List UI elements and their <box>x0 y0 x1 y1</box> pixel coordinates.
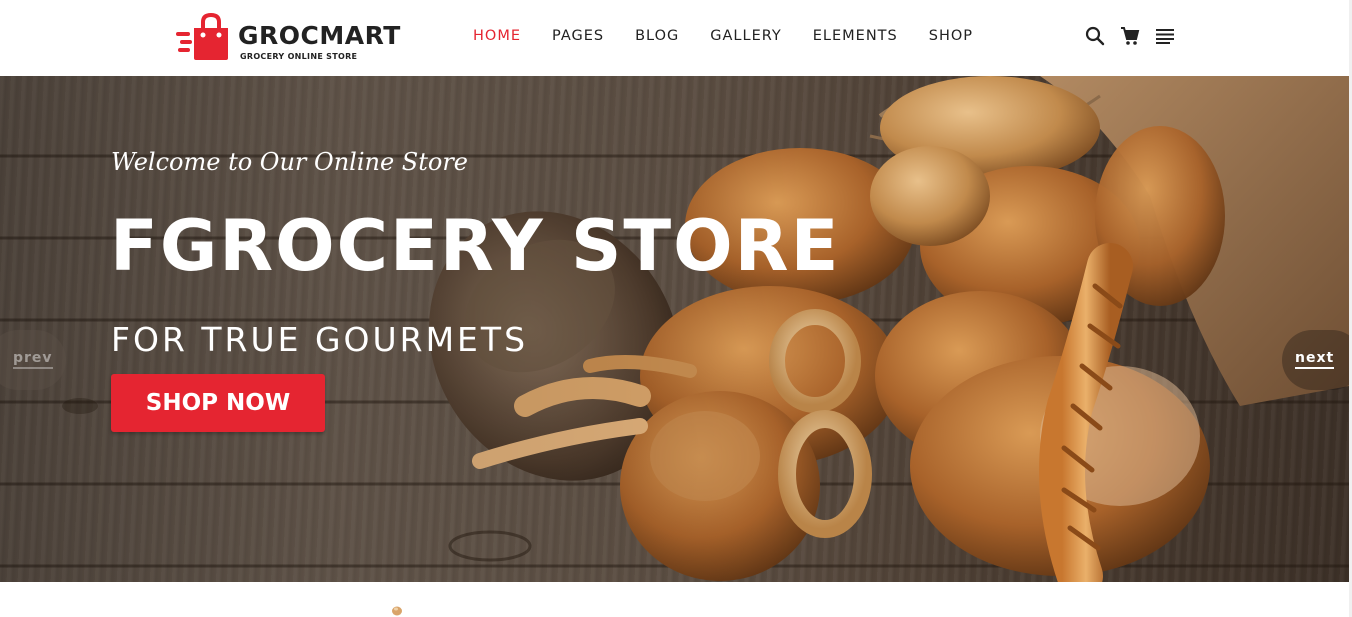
next-section <box>0 582 1349 617</box>
nav-item-pages[interactable]: PAGES <box>552 27 604 47</box>
slider-next-label: next <box>1295 350 1335 369</box>
brand-logo[interactable]: GROCMART GROCERY ONLINE STORE <box>176 12 406 64</box>
site-header: GROCMART GROCERY ONLINE STORE HOME PAGES… <box>0 0 1352 76</box>
nav-item-gallery[interactable]: GALLERY <box>710 27 781 47</box>
slider-next-button[interactable]: next <box>1282 330 1349 390</box>
nav-item-home[interactable]: HOME <box>473 27 521 47</box>
menu-icon[interactable] <box>1154 25 1176 47</box>
nav-item-elements[interactable]: ELEMENTS <box>813 27 898 47</box>
cart-icon[interactable] <box>1119 25 1141 47</box>
shopping-bag-speed-icon <box>176 12 228 60</box>
nav-item-shop[interactable]: SHOP <box>929 27 973 47</box>
shop-now-button[interactable]: SHOP NOW <box>111 374 325 432</box>
nav-item-blog[interactable]: BLOG <box>635 27 679 47</box>
main-nav: HOME PAGES BLOG GALLERY ELEMENTS SHOP <box>473 27 1004 47</box>
brand-name: GROCMART <box>238 21 401 50</box>
hero-welcome-text: Welcome to Our Online Store <box>111 148 469 176</box>
search-icon[interactable] <box>1084 25 1106 47</box>
product-thumbnail <box>392 606 402 616</box>
brand-tagline: GROCERY ONLINE STORE <box>240 52 358 61</box>
slider-prev-label: prev <box>13 350 53 369</box>
slider-prev-button[interactable]: prev <box>0 330 66 390</box>
hero-subheadline: FOR TRUE GOURMETS <box>111 320 529 359</box>
hero-slider: Welcome to Our Online Store FGROCERY STO… <box>0 76 1349 582</box>
hero-headline: FGROCERY STORE <box>110 205 841 287</box>
